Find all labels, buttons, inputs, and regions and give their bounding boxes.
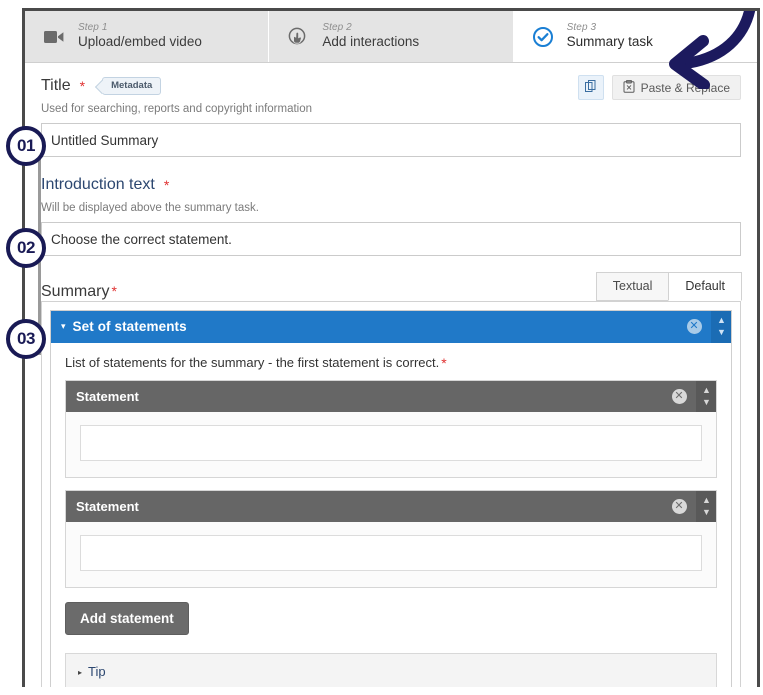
close-circle-icon: ✕ — [671, 388, 687, 404]
annotation-badge-02: 02 — [6, 228, 46, 268]
chevron-down-icon: ▼ — [717, 327, 726, 338]
title-input[interactable] — [41, 123, 741, 157]
statement-card-header[interactable]: Statement ✕ ▲ ▼ — [66, 490, 716, 522]
statements-list-label: List of statements for the summary - the… — [65, 355, 717, 371]
reorder-set-of-statements-handle[interactable]: ▲ ▼ — [711, 310, 731, 343]
close-circle-icon: ✕ — [686, 319, 702, 335]
annotation-badge-03: 03 — [6, 319, 46, 359]
set-of-statements-title: Set of statements — [72, 319, 187, 335]
group-header-controls: ✕ ▲ ▼ — [677, 310, 731, 343]
introduction-field-header: Introduction text * — [41, 174, 741, 196]
annotation-badge-01: 01 — [6, 126, 46, 166]
paste-and-replace-button[interactable]: Paste & Replace — [611, 75, 741, 100]
statement-header-controls: ✕ ▲ ▼ — [662, 380, 716, 412]
step-tab-add-interactions[interactable]: Step 2 Add interactions — [269, 11, 514, 62]
copy-icon — [585, 80, 596, 95]
step-tab-text: Step 3 Summary task — [567, 23, 653, 49]
step-label: Add interactions — [322, 34, 420, 50]
step-label: Summary task — [566, 34, 653, 50]
step-tab-upload-embed-video[interactable]: Step 1 Upload/embed video — [25, 11, 270, 62]
chevron-up-icon: ▲ — [702, 494, 711, 505]
statement-card-body — [66, 521, 716, 587]
step-tab-text: Step 1 Upload/embed video — [78, 23, 202, 49]
add-statement-button[interactable]: Add statement — [65, 601, 189, 635]
step-tab-text: Step 2 Add interactions — [322, 23, 419, 49]
summary-required-asterisk: * — [111, 282, 117, 299]
video-camera-icon — [41, 24, 67, 50]
remove-set-of-statements-button[interactable]: ✕ — [677, 311, 711, 343]
tip-collapsible[interactable]: ▸ Tip — [65, 652, 717, 687]
step-number: Step 3 — [566, 22, 597, 34]
title-field-description: Used for searching, reports and copyrigh… — [41, 103, 313, 115]
app-window-content: Step 1 Upload/embed video Step 2 Add int… — [25, 11, 757, 687]
tip-label: Tip — [88, 663, 106, 679]
screenshot-root: Step 1 Upload/embed video Step 2 Add int… — [0, 0, 763, 695]
paste-and-replace-label: Paste & Replace — [640, 80, 730, 95]
step-number: Step 1 — [78, 22, 108, 34]
statement-header-controls: ✕ ▲ ▼ — [662, 490, 716, 522]
reorder-statement-handle[interactable]: ▲ ▼ — [696, 380, 716, 412]
step-navigation-bar: Step 1 Upload/embed video Step 2 Add int… — [25, 11, 757, 63]
chevron-down-icon: ▼ — [702, 506, 711, 517]
remove-statement-button[interactable]: ✕ — [662, 381, 696, 412]
app-window-frame: Step 1 Upload/embed video Step 2 Add int… — [22, 8, 760, 687]
clipboard-paste-icon — [623, 79, 635, 96]
remove-statement-button[interactable]: ✕ — [662, 491, 696, 522]
statements-list-required-asterisk: * — [441, 354, 447, 371]
chevron-up-icon: ▲ — [717, 315, 726, 326]
chevron-down-icon: ▾ — [61, 321, 66, 332]
statement-card: Statement ✕ ▲ ▼ — [65, 489, 717, 588]
hand-pointer-icon — [285, 24, 311, 50]
chevron-up-icon: ▲ — [702, 384, 711, 395]
statements-list-label-text: List of statements for the summary - the… — [65, 354, 440, 370]
statement-card-body — [66, 411, 716, 477]
summary-field-header: Summary * Textual Default — [41, 272, 742, 301]
set-of-statements-body: List of statements for the summary - the… — [51, 342, 731, 687]
summary-field-label: Summary — [41, 282, 110, 300]
summary-label-wrap: Summary * — [41, 283, 117, 301]
set-of-statements-group: ▾ Set of statements ✕ ▲ ▼ List of statem… — [50, 309, 732, 687]
chevron-down-icon: ▼ — [702, 396, 711, 407]
introduction-field-description: Will be displayed above the summary task… — [41, 202, 259, 214]
editor-form: Paste & Replace Title * Metadata Used for… — [25, 63, 757, 687]
summary-panel: ▾ Set of statements ✕ ▲ ▼ List of statem… — [41, 300, 741, 687]
introduction-text-input[interactable] — [41, 222, 741, 256]
step-tab-summary-task[interactable]: Step 3 Summary task — [513, 11, 757, 62]
introduction-field-label: Introduction text — [41, 176, 155, 193]
statement-input[interactable] — [80, 424, 702, 461]
chevron-right-icon: ▸ — [78, 667, 83, 677]
statement-input[interactable] — [80, 534, 702, 571]
statement-card-title: Statement — [76, 498, 139, 514]
statement-card-title: Statement — [76, 388, 139, 404]
step-number: Step 2 — [322, 22, 352, 34]
introduction-required-asterisk: * — [163, 177, 170, 193]
close-circle-icon: ✕ — [671, 498, 687, 514]
statement-card: Statement ✕ ▲ ▼ — [65, 379, 717, 478]
set-of-statements-header[interactable]: ▾ Set of statements ✕ ▲ ▼ — [51, 310, 731, 343]
tab-default[interactable]: Default — [668, 272, 742, 301]
copy-button[interactable] — [577, 75, 604, 100]
tab-textual[interactable]: Textual — [595, 272, 670, 301]
title-required-asterisk: * — [79, 78, 86, 94]
statement-card-header[interactable]: Statement ✕ ▲ ▼ — [66, 380, 716, 412]
reorder-statement-handle[interactable]: ▲ ▼ — [696, 490, 716, 522]
metadata-badge[interactable]: Metadata — [102, 77, 162, 95]
summary-view-tabs: Textual Default — [595, 272, 742, 301]
title-field-label: Title — [41, 77, 71, 94]
metadata-action-buttons: Paste & Replace — [577, 75, 741, 100]
check-circle-icon — [530, 24, 556, 50]
step-label: Upload/embed video — [78, 34, 202, 50]
